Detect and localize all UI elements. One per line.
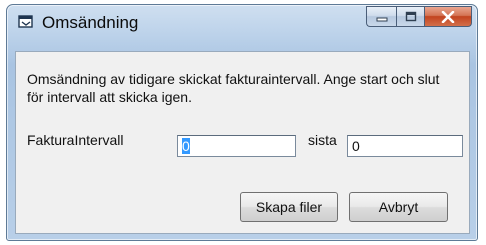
create-files-label: Skapa filer: [255, 199, 323, 215]
minimize-button[interactable]: [366, 6, 396, 27]
dialog-window: Omsändning Omsändning av tidigare skicka…: [6, 4, 478, 241]
interval-start-input[interactable]: 0: [177, 135, 296, 157]
interval-end-value: 0: [352, 138, 360, 154]
description-text: Omsändning av tidigare skickat fakturain…: [27, 71, 440, 105]
end-label: sista: [308, 132, 337, 148]
caption-buttons: [366, 6, 472, 28]
minimize-icon: [376, 17, 387, 21]
interval-start-value: 0: [182, 138, 190, 154]
interval-end-input[interactable]: 0: [347, 135, 463, 157]
close-button[interactable]: [424, 6, 472, 27]
interval-label: FakturaIntervall: [27, 132, 124, 148]
dialog-client-area: Omsändning av tidigare skickat fakturain…: [15, 51, 470, 234]
maximize-icon: [405, 11, 416, 22]
title-bar[interactable]: Omsändning: [7, 5, 477, 39]
close-icon: [441, 10, 455, 23]
window-title: Omsändning: [42, 13, 139, 32]
app-icon: [18, 15, 34, 29]
cancel-label: Avbryt: [378, 199, 419, 215]
cancel-button[interactable]: Avbryt: [349, 192, 448, 222]
maximize-button[interactable]: [396, 6, 424, 27]
create-files-button[interactable]: Skapa filer: [240, 192, 338, 222]
